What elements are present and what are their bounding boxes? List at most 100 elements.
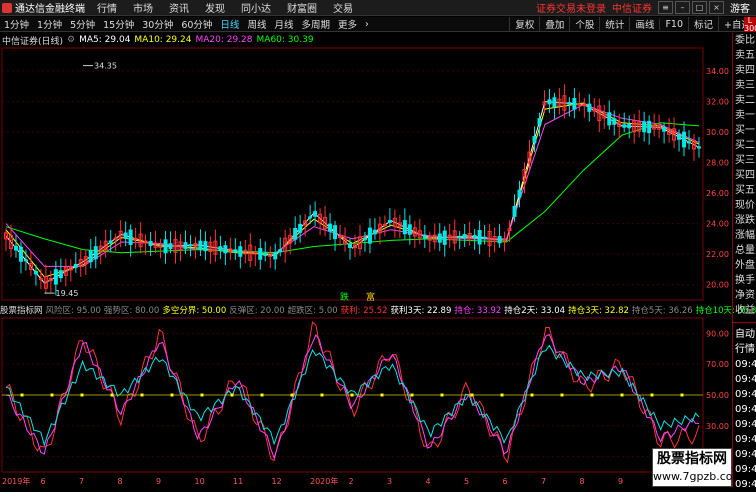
tick-time-label[interactable]: 09:4	[733, 417, 756, 432]
quote-field-label: 收益	[735, 305, 755, 316]
extreme-label: 34.35	[94, 62, 117, 71]
candle-body	[18, 246, 23, 262]
x-axis-tick-label: 9	[618, 477, 623, 486]
indicator-tick-label: 30.00	[706, 422, 729, 431]
quote-field-label: 买四	[735, 170, 755, 181]
tick-time-label[interactable]: 09:4	[733, 432, 756, 447]
ma-line-ma60	[5, 122, 700, 254]
quote-field-label: 买一	[735, 125, 755, 136]
tick-time-label[interactable]: 09:4	[733, 447, 756, 462]
indicator-param: 强势区: 80.00	[103, 305, 160, 316]
candle-body	[308, 216, 313, 219]
x-axis-tick-label: 2019年	[2, 476, 30, 486]
quote-field-label: 卖三	[735, 80, 755, 91]
candle-body	[387, 219, 392, 223]
candle-body	[198, 240, 203, 250]
x-axis-tick-label: 11	[233, 477, 243, 486]
candle-body	[148, 241, 153, 247]
candle-body	[88, 250, 93, 263]
price-tick-label: 32.00	[706, 97, 729, 106]
candle-body	[113, 237, 118, 240]
indicator-name: 股票指标网	[0, 305, 43, 316]
candle-body	[278, 249, 283, 252]
candle-body	[457, 235, 462, 238]
candle-body	[203, 241, 208, 252]
indicator-param: 风险区: 95.00	[45, 305, 101, 316]
indicator-param: 持仓5天: 36.26	[631, 305, 693, 316]
watermark-url: www.7gpzb.com	[653, 470, 744, 483]
candle-body	[53, 269, 58, 285]
price-tick-label: 34.00	[706, 67, 729, 76]
candle-body	[697, 146, 701, 149]
baseline-dot	[80, 393, 84, 397]
candle-body	[437, 233, 442, 243]
watermark: 股票指标网 www.7gpzb.com	[652, 448, 744, 487]
candle-body	[233, 249, 238, 253]
quote-sidebar: 委比 卖五 卖四 卖三 卖二 卖一 买一 买二 买三 买四 买五 现价 涨跌 涨幅 总量 外盘 换手 净资 收益 自动…	[732, 33, 756, 490]
tick-time-label[interactable]: 09:4	[733, 372, 756, 387]
candle-body	[482, 236, 487, 240]
tick-time-label[interactable]: 09:4	[733, 357, 756, 372]
tick-time-label[interactable]: 自动	[733, 327, 756, 342]
candle-body	[517, 189, 522, 198]
baseline-dot	[590, 393, 594, 397]
candle-body	[547, 99, 552, 105]
candle-body	[223, 245, 228, 254]
indicator-tick-label: 70.00	[706, 360, 729, 369]
candle-body	[258, 247, 263, 260]
quote-field-label: 现价	[735, 200, 755, 211]
extreme-label: 19.45	[56, 289, 79, 298]
tick-time-label[interactable]: 09:4	[733, 402, 756, 417]
candle-body	[38, 278, 43, 281]
price-tick-label: 20.00	[706, 281, 729, 290]
x-axis-tick-label: 7	[79, 477, 84, 486]
tick-time-label[interactable]: 09:4	[733, 387, 756, 402]
quote-field-label: 涨跌	[735, 215, 755, 226]
x-axis-tick-label: 2	[349, 477, 354, 486]
baseline-dot	[200, 393, 204, 397]
baseline-dot	[380, 393, 384, 397]
baseline-dot	[500, 393, 504, 397]
x-axis-tick-label: 12	[272, 477, 282, 486]
indicator-param: 反弹区: 20.00	[229, 305, 285, 316]
signal-mark: 跌	[340, 292, 349, 303]
ma-line-ma5	[5, 100, 700, 284]
candle-body	[23, 259, 28, 262]
baseline-dot	[260, 393, 264, 397]
candle-body	[123, 232, 128, 239]
candle-body	[627, 124, 632, 129]
candle-body	[362, 238, 367, 241]
baseline-dot	[680, 393, 684, 397]
x-axis-tick-label: 3	[387, 477, 392, 486]
quote-field-label: 总量	[735, 245, 755, 256]
candle-body	[73, 263, 78, 268]
candle-body	[537, 118, 542, 125]
indicator-line-0	[5, 321, 700, 464]
baseline-dot	[20, 393, 24, 397]
candle-body	[348, 243, 353, 249]
candle-body	[133, 237, 138, 240]
indicator-param: 获利: 25.52	[340, 305, 388, 316]
x-axis-tick-label: 10	[195, 477, 205, 486]
quote-field-label: 委比	[735, 35, 755, 46]
candle-body	[333, 225, 338, 240]
price-tick-label: 28.00	[706, 159, 729, 168]
baseline-dot	[410, 393, 414, 397]
candle-body	[532, 136, 537, 143]
candle-body	[587, 103, 592, 112]
candle-body	[682, 131, 687, 148]
candle-body	[567, 102, 572, 105]
candle-body	[677, 134, 682, 140]
quote-field-label: 卖一	[735, 110, 755, 121]
tick-time-label[interactable]: 行情	[733, 342, 756, 357]
candle-body	[612, 118, 617, 125]
candle-body	[462, 234, 467, 239]
candle-body	[472, 235, 477, 239]
chart-canvas: 20.00 22.00 24.00 26.00 28.00 30.00 32.00 34.00…	[1, 47, 729, 486]
x-axis-tick-label: 6	[41, 477, 46, 486]
baseline-dot	[170, 393, 174, 397]
quote-field-label: 净资	[735, 290, 755, 301]
candle-body	[442, 230, 447, 245]
candle-body	[552, 97, 557, 108]
candle-body	[577, 103, 582, 106]
